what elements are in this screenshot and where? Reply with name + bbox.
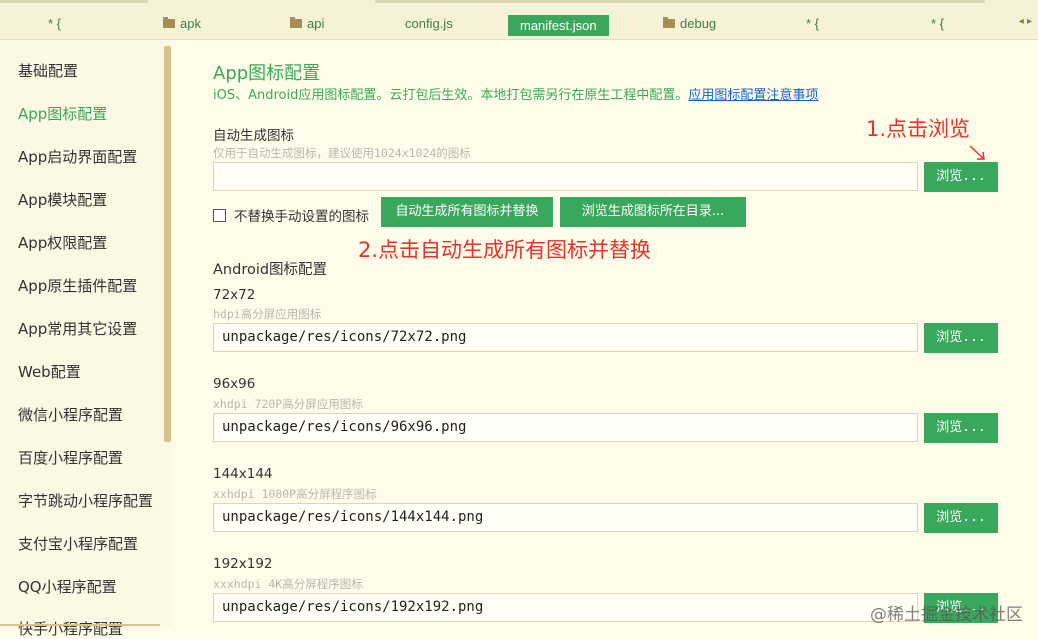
tab-style-2[interactable]: * { bbox=[806, 12, 819, 36]
icon-96-hint: xhdpi 720P高分屏应用图标 bbox=[213, 397, 363, 411]
open-generated-dir-button[interactable]: 浏览生成图标所在目录... bbox=[560, 197, 746, 227]
sidebar-item-app-permissions[interactable]: App权限配置 bbox=[18, 232, 107, 253]
sidebar-item-app-splash[interactable]: App启动界面配置 bbox=[18, 146, 137, 167]
icon-192-path-input[interactable]: unpackage/res/icons/192x192.png bbox=[213, 593, 918, 622]
no-replace-checkbox[interactable] bbox=[213, 208, 226, 222]
settings-sidebar: 基础配置 App图标配置 App启动界面配置 App模块配置 App权限配置 A… bbox=[0, 40, 172, 638]
annotation-step1: 1.点击浏览 bbox=[866, 117, 971, 141]
tab-label: * { bbox=[931, 16, 945, 31]
icon-72-browse-button[interactable]: 浏览... bbox=[924, 323, 998, 353]
tab-label: debug bbox=[680, 16, 717, 31]
sidebar-item-weixin[interactable]: 微信小程序配置 bbox=[18, 404, 123, 425]
folder-icon bbox=[290, 17, 302, 28]
auto-generate-path-input[interactable] bbox=[213, 162, 918, 191]
description-text: iOS、Android应用图标配置。云打包后生效。本地打包需另行在原生工程中配置… bbox=[213, 88, 689, 103]
icon-144-size-label: 144x144 bbox=[213, 466, 273, 482]
icon-96-path-input[interactable]: unpackage/res/icons/96x96.png bbox=[213, 413, 918, 442]
tab-api[interactable]: api bbox=[290, 12, 324, 36]
editor-tab-bar: * { apk api config.js manifest.json debu… bbox=[0, 0, 1038, 40]
tab-config-js[interactable]: config.js bbox=[405, 12, 453, 36]
icon-72-path-input[interactable]: unpackage/res/icons/72x72.png bbox=[213, 323, 918, 352]
android-section-title: Android图标配置 bbox=[213, 262, 328, 278]
icon-96-browse-button[interactable]: 浏览... bbox=[924, 413, 998, 443]
sidebar-item-toutiao[interactable]: 字节跳动小程序配置 bbox=[18, 490, 153, 511]
sidebar-item-baidu[interactable]: 百度小程序配置 bbox=[18, 447, 123, 468]
no-replace-checkbox-row[interactable]: 不替换手动设置的图标 bbox=[213, 202, 369, 232]
tab-apk[interactable]: apk bbox=[163, 12, 201, 36]
icon-72-size-label: 72x72 bbox=[213, 287, 256, 303]
generate-all-icons-button[interactable]: 自动生成所有图标并替换 bbox=[381, 197, 553, 227]
tab-label: manifest.json bbox=[520, 18, 597, 33]
tab-bar-top-line bbox=[0, 0, 1038, 4]
annotation-arrow-icon bbox=[969, 145, 985, 160]
icon-144-browse-button[interactable]: 浏览... bbox=[924, 503, 998, 533]
sidebar-item-kuaishou[interactable]: 快手小程序配置 bbox=[18, 618, 123, 639]
icon-96-size-label: 96x96 bbox=[213, 376, 256, 392]
auto-generate-label: 自动生成图标 bbox=[213, 128, 294, 144]
icon-192-size-label: 192x192 bbox=[213, 556, 273, 572]
no-replace-checkbox-label: 不替换手动设置的图标 bbox=[234, 209, 369, 225]
sidebar-item-qq[interactable]: QQ小程序配置 bbox=[18, 576, 117, 597]
sidebar-scrollbar[interactable] bbox=[164, 46, 171, 442]
tab-scroll-arrows-icon[interactable]: ◂ ▸ bbox=[1019, 16, 1032, 27]
sidebar-item-app-native-plugins[interactable]: App原生插件配置 bbox=[18, 275, 137, 296]
icon-72-hint: hdpi高分屏应用图标 bbox=[213, 307, 322, 321]
icon-144-hint: xxhdpi 1080P高分屏程序图标 bbox=[213, 487, 377, 501]
auto-generate-browse-button[interactable]: 浏览... bbox=[924, 162, 998, 192]
tab-style-3[interactable]: * { bbox=[931, 12, 944, 36]
page-description: iOS、Android应用图标配置。云打包后生效。本地打包需另行在原生工程中配置… bbox=[213, 84, 818, 103]
sidebar-item-app-other[interactable]: App常用其它设置 bbox=[18, 318, 137, 339]
folder-icon bbox=[163, 17, 175, 28]
sidebar-item-alipay[interactable]: 支付宝小程序配置 bbox=[18, 533, 138, 554]
sidebar-item-basic[interactable]: 基础配置 bbox=[18, 60, 78, 81]
sidebar-item-app-icon[interactable]: App图标配置 bbox=[18, 103, 107, 124]
tab-style-1[interactable]: * { bbox=[48, 12, 61, 36]
tab-debug[interactable]: debug bbox=[663, 12, 716, 36]
folder-icon bbox=[663, 17, 675, 28]
tab-label: config.js bbox=[405, 16, 453, 31]
tab-label: apk bbox=[180, 16, 201, 31]
tab-label: api bbox=[307, 16, 325, 31]
page-title: App图标配置 bbox=[213, 63, 321, 84]
auto-generate-hint: 仅用于自动生成图标，建议使用1024x1024的图标 bbox=[213, 146, 471, 160]
watermark: @稀土掘金技术社区 bbox=[870, 605, 1023, 625]
icon-144-path-input[interactable]: unpackage/res/icons/144x144.png bbox=[213, 503, 918, 532]
icon-192-hint: xxxhdpi 4K高分屏程序图标 bbox=[213, 577, 363, 591]
sidebar-item-app-modules[interactable]: App模块配置 bbox=[18, 189, 107, 210]
icon-config-notes-link[interactable]: 应用图标配置注意事项 bbox=[688, 88, 818, 103]
sidebar-item-web[interactable]: Web配置 bbox=[18, 361, 81, 382]
sidebar-scrollbar-horizontal[interactable] bbox=[0, 624, 160, 626]
annotation-step2: 2.点击自动生成所有图标并替换 bbox=[358, 238, 652, 262]
tab-manifest-json[interactable]: manifest.json bbox=[508, 15, 609, 36]
tab-label: * { bbox=[806, 16, 820, 31]
tab-label: * { bbox=[48, 16, 62, 31]
